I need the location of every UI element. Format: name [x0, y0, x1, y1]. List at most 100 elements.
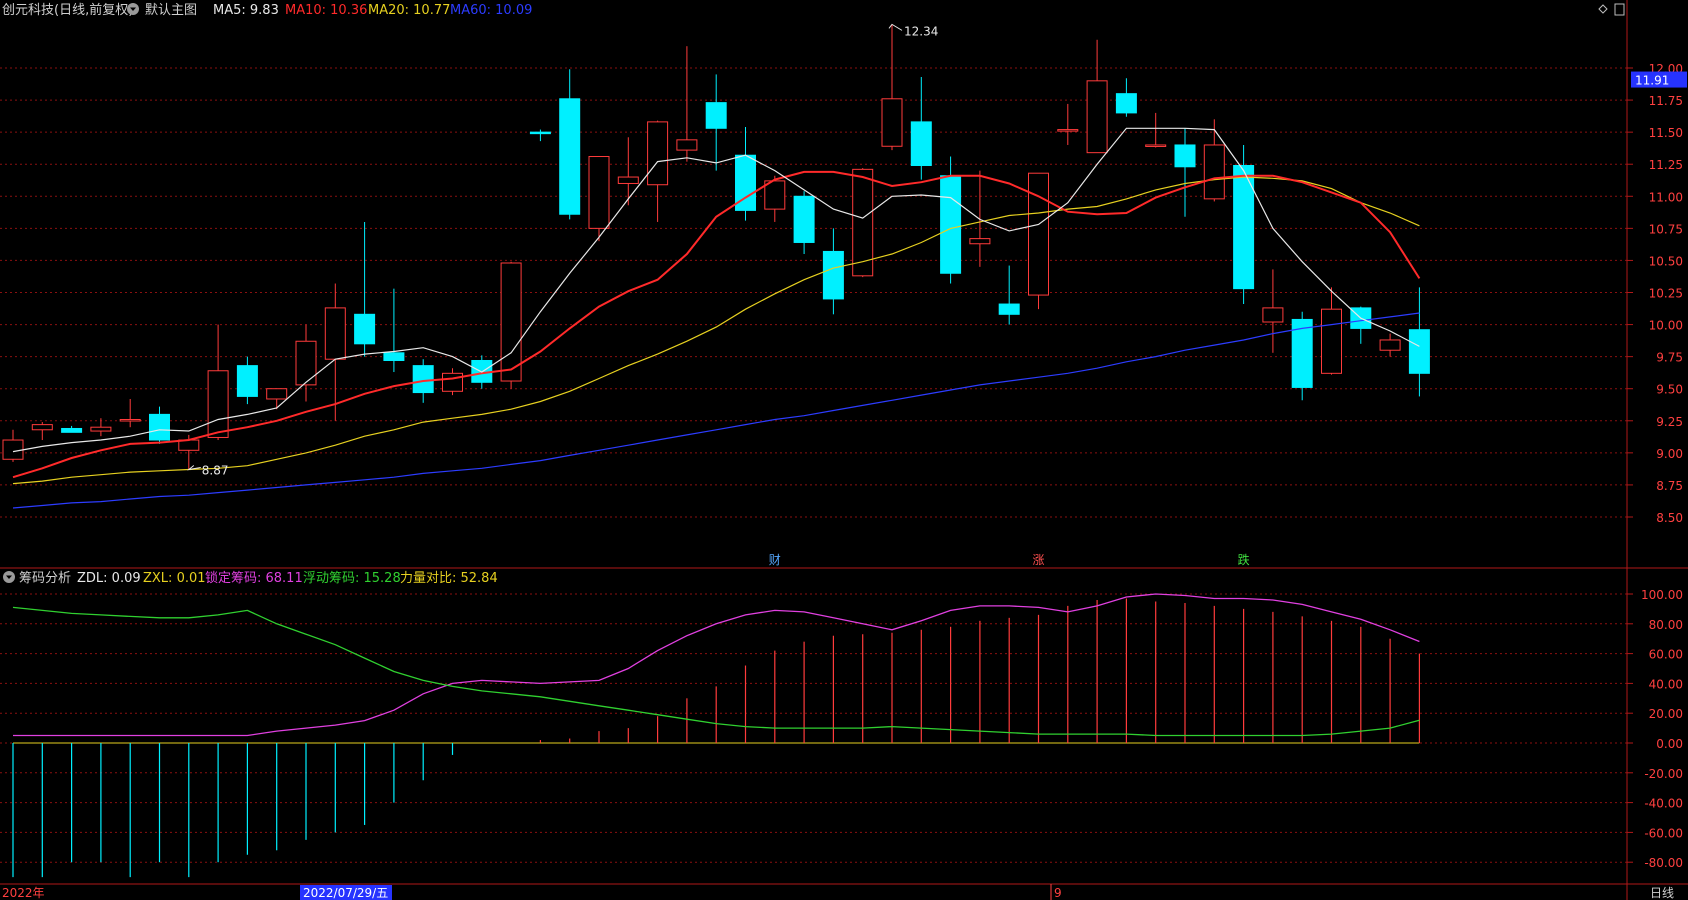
candle-body [1145, 144, 1167, 147]
candle-down [383, 288, 405, 373]
candle-body [940, 175, 962, 274]
diamond-icon[interactable] [1598, 4, 1608, 14]
candle-up [295, 324, 317, 402]
candle-body [90, 426, 112, 432]
template-dropdown[interactable]: 默认主图 [127, 2, 197, 18]
price-tick-label: 10.00 [1649, 319, 1683, 333]
power-ratio-label: 力量对比: 52.84 [400, 571, 498, 586]
candle-down [793, 191, 815, 255]
ma60-label: MA60: 10.09 [450, 3, 532, 18]
candle-down [559, 69, 581, 220]
indicator-tick-label: 80.00 [1649, 618, 1683, 632]
candle-body [998, 303, 1020, 315]
candle-body [647, 121, 669, 186]
candle-down [236, 356, 258, 405]
candle-down [998, 265, 1020, 325]
candle-down [1233, 144, 1255, 305]
candle-up [1145, 112, 1167, 148]
event-marker[interactable]: 涨 [1032, 552, 1044, 567]
indicator-name: 筹码分析 [19, 570, 71, 586]
candle-up [442, 368, 463, 396]
price-tick-label: 10.75 [1649, 222, 1683, 236]
candle-body [969, 238, 991, 245]
candle-body [529, 131, 551, 135]
candle-body [1379, 339, 1401, 351]
candlestick-series [2, 24, 1430, 470]
indicator-tick-label: -40.00 [1644, 797, 1683, 811]
candle-body [1086, 80, 1108, 154]
candle-down [354, 221, 376, 357]
indicator-tick-label: -20.00 [1644, 767, 1683, 781]
high-pointer [888, 23, 903, 31]
candle-body [822, 250, 844, 300]
candle-down [1408, 287, 1430, 397]
candle-down [529, 129, 551, 142]
main-header: 创元科技(日线,前复权) 默认主图 MA5: 9.83 MA10: 10.36 … [2, 2, 1625, 18]
current-price-value: 11.91 [1635, 74, 1669, 88]
candle-body [2, 439, 24, 460]
candle-body [881, 98, 903, 147]
price-tick-label: 9.25 [1656, 415, 1683, 429]
candle-up [1057, 103, 1079, 145]
indicator-tick-label: -60.00 [1644, 826, 1683, 840]
price-grid [0, 67, 1627, 518]
candle-down [705, 74, 727, 171]
cursor-date-label: 2022/07/29/五 [303, 886, 388, 900]
event-marker[interactable]: 财 [769, 553, 781, 567]
candle-down [1174, 128, 1196, 217]
candle-up [119, 398, 141, 428]
candle-down [1115, 78, 1137, 117]
candle-body [705, 102, 727, 129]
candle-body [412, 365, 434, 394]
period-label[interactable]: 日线 [1650, 886, 1674, 900]
candle-body [1028, 172, 1049, 296]
candle-body [676, 139, 698, 151]
ma20-label: MA20: 10.77 [368, 3, 450, 18]
time-axis: 2022年 2022/07/29/五 9 日线 [2, 884, 1674, 900]
indicator-tick-label: 60.00 [1649, 648, 1683, 662]
candle-up [1086, 39, 1108, 154]
maximize-icon[interactable] [1614, 3, 1625, 16]
candle-up [31, 422, 53, 441]
indicator-header: 筹码分析 ZDL: 0.09 ZXL: 0.01 锁定筹码: 68.11 浮动筹… [3, 570, 498, 586]
candle-body [1115, 93, 1137, 114]
candle-body [61, 427, 83, 433]
candle-body [149, 413, 170, 441]
price-tick-label: 11.75 [1649, 94, 1683, 108]
year-label: 2022年 [2, 886, 45, 900]
locked-chips-label: 锁定筹码: 68.11 [205, 570, 303, 586]
event-markers: 财涨跌 [769, 552, 1250, 567]
candle-up [764, 175, 786, 222]
zdl-label: ZDL: 0.09 [77, 571, 141, 586]
candle-body [442, 372, 463, 392]
candle-body [764, 180, 786, 210]
candle-body [1174, 144, 1196, 168]
indicator-tick-label: 0.00 [1656, 737, 1683, 751]
candle-body [1057, 129, 1079, 132]
indicator-tick-label: 100.00 [1641, 588, 1683, 602]
price-tick-label: 8.75 [1656, 479, 1683, 493]
price-tick-label: 10.25 [1649, 287, 1683, 301]
candle-body [207, 370, 229, 438]
candle-body [793, 195, 815, 243]
price-tick-label: 8.50 [1656, 511, 1683, 525]
stock-name: 创元科技(日线,前复权) [2, 2, 133, 18]
price-tick-label: 9.50 [1656, 383, 1683, 397]
indicator-tick-label: 20.00 [1649, 707, 1683, 721]
candle-body [354, 313, 376, 345]
price-tick-label: 11.50 [1649, 126, 1683, 140]
candle-up [266, 388, 288, 410]
candle-body [500, 262, 522, 382]
template-label: 默认主图 [145, 2, 197, 18]
indicator-tick-label: 40.00 [1649, 677, 1683, 691]
indicator-bars [12, 598, 1421, 878]
candle-down [910, 76, 932, 180]
event-marker[interactable]: 跌 [1238, 552, 1250, 567]
stock-chart[interactable]: 12.348.87 12.0011.7511.5011.2511.0010.75… [0, 0, 1688, 900]
candle-body [910, 121, 932, 166]
zxl-label: ZXL: 0.01 [143, 571, 206, 586]
indicator-dropdown[interactable] [3, 571, 15, 583]
candle-down [1291, 311, 1313, 401]
candle-down [149, 406, 170, 444]
candle-up [324, 283, 346, 421]
